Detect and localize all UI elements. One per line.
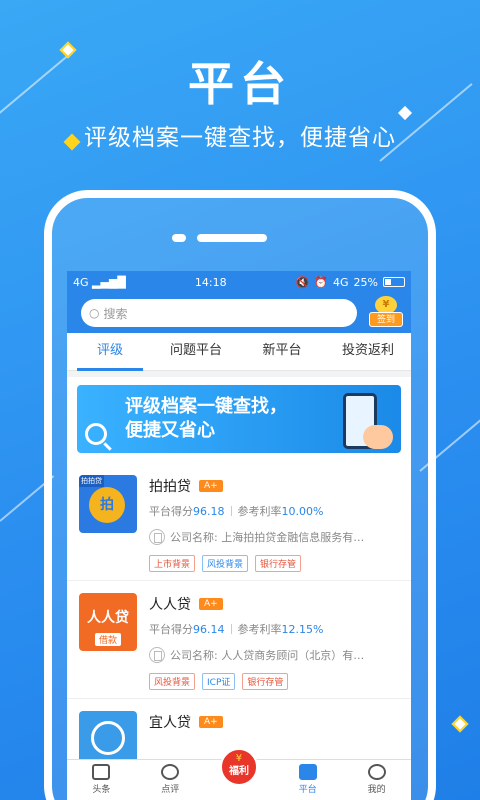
tag: 银行存管 bbox=[242, 673, 289, 690]
tab-label: 福利 bbox=[228, 766, 249, 777]
banner-line1: 评级档案一键查找， bbox=[125, 396, 287, 417]
score-label: 平台得分 bbox=[149, 623, 193, 636]
tab-headlines[interactable]: 头条 bbox=[67, 760, 136, 800]
rate-label: 参考利率 bbox=[237, 623, 282, 636]
company-name: 公司名称: 上海拍拍贷金融信息服务有… bbox=[170, 531, 365, 544]
tag: 风投背景 bbox=[149, 673, 196, 690]
platform-info: 拍拍贷 A+ 平台得分 96.18 参考利率 10.00% 公司名称: 上海拍拍… bbox=[149, 475, 399, 572]
signal-indicator: 4G ▂▄▆█ bbox=[73, 275, 126, 289]
company-row: 公司名称: 人人贷商务顾问（北京）有… bbox=[149, 647, 399, 663]
page-headline: 平台 bbox=[188, 57, 292, 111]
name-row: 宜人贷 A+ bbox=[149, 711, 399, 733]
promo-banner[interactable]: 评级档案一键查找， 便捷又省心 bbox=[77, 385, 401, 453]
app-screen: 4G ▂▄▆█ 14:18 🔇 ⏰ 4G 25% ○ 搜索 ¥ 签到 评级 问题… bbox=[67, 271, 411, 800]
logo-brand-text: 人人贷 bbox=[87, 610, 129, 626]
tab-mine[interactable]: 我的 bbox=[342, 760, 411, 800]
rate-value: 12.15% bbox=[281, 622, 324, 636]
news-icon bbox=[92, 764, 111, 780]
tab-new-platforms[interactable]: 新平台 bbox=[239, 333, 325, 370]
battery-icon bbox=[383, 277, 405, 287]
tag: 风投背景 bbox=[202, 555, 249, 572]
status-bar: 4G ▂▄▆█ 14:18 🔇 ⏰ 4G 25% bbox=[67, 271, 411, 293]
tab-reviews[interactable]: 点评 bbox=[136, 760, 205, 800]
platform-name: 拍拍贷 bbox=[149, 479, 191, 495]
search-bar: ○ 搜索 ¥ 签到 bbox=[67, 293, 411, 333]
signin-button[interactable]: ¥ 签到 bbox=[369, 296, 403, 330]
building-icon bbox=[149, 529, 165, 545]
divider bbox=[230, 506, 232, 516]
platform-info: 人人贷 A+ 平台得分 96.14 参考利率 12.15% 公司名称: 人人贷商… bbox=[149, 593, 399, 690]
building-icon bbox=[149, 647, 165, 663]
tab-label: 我的 bbox=[367, 785, 386, 795]
company-row: 公司名称: 上海拍拍贷金融信息服务有… bbox=[149, 529, 399, 545]
money-bag-icon: 拍 bbox=[89, 487, 125, 523]
company-name: 公司名称: 人人贷商务顾问（北京）有… bbox=[170, 649, 365, 662]
tab-problem-platforms[interactable]: 问题平台 bbox=[153, 333, 239, 370]
tag: 银行存管 bbox=[255, 555, 302, 572]
rate-value: 10.00% bbox=[281, 504, 324, 518]
grade-badge: A+ bbox=[199, 716, 223, 728]
logo-corner-label: 拍拍贷 bbox=[79, 475, 104, 487]
tag: ICP证 bbox=[202, 673, 236, 690]
tab-welfare[interactable]: ¥ 福利 bbox=[205, 748, 274, 800]
search-placeholder: 搜索 bbox=[103, 306, 128, 321]
grade-badge: A+ bbox=[199, 480, 223, 492]
name-row: 拍拍贷 A+ bbox=[149, 475, 399, 497]
phone-camera bbox=[172, 234, 186, 242]
platform-icon bbox=[298, 764, 317, 780]
status-time: 14:18 bbox=[194, 275, 227, 289]
score-row: 平台得分 96.14 参考利率 12.15% bbox=[149, 621, 399, 637]
magnifier-icon bbox=[85, 423, 107, 445]
alarm-icon: ⏰ bbox=[314, 275, 329, 289]
divider bbox=[230, 624, 232, 634]
list-item[interactable]: 人人贷 借款 人人贷 A+ 平台得分 96.14 参考利率 12.15% 公司名… bbox=[67, 581, 411, 699]
battery-label: 25% bbox=[353, 275, 378, 289]
search-icon: ○ bbox=[89, 306, 100, 320]
tab-label: 平台 bbox=[298, 785, 317, 795]
search-input[interactable]: ○ 搜索 bbox=[81, 299, 357, 327]
name-row: 人人贷 A+ bbox=[149, 593, 399, 615]
grade-badge: A+ bbox=[199, 598, 223, 610]
banner-line2: 便捷又省心 bbox=[125, 420, 215, 441]
platform-name: 宜人贷 bbox=[149, 715, 191, 731]
welfare-button: ¥ 福利 bbox=[219, 748, 258, 786]
platform-logo: 拍拍贷 拍 bbox=[79, 475, 137, 533]
score-value: 96.18 bbox=[193, 504, 225, 518]
rate-label: 参考利率 bbox=[237, 505, 282, 518]
comment-icon bbox=[161, 764, 180, 780]
signin-label: 签到 bbox=[369, 312, 403, 327]
tag: 上市背景 bbox=[149, 555, 196, 572]
platform-name: 人人贷 bbox=[149, 597, 191, 613]
phone-speaker bbox=[197, 234, 267, 242]
banner-wrap: 评级档案一键查找， 便捷又省心 bbox=[67, 377, 411, 463]
banner-text: 评级档案一键查找， 便捷又省心 bbox=[125, 395, 287, 443]
tab-investment-rebate[interactable]: 投资返利 bbox=[325, 333, 411, 370]
platform-logo: 人人贷 借款 bbox=[79, 593, 137, 651]
yirendai-logo-icon bbox=[91, 721, 125, 755]
tab-rating[interactable]: 评级 bbox=[67, 333, 153, 371]
hand-illustration-icon bbox=[363, 425, 393, 449]
list-item[interactable]: 拍拍贷 拍 拍拍贷 A+ 平台得分 96.18 参考利率 10.00% 公司名称… bbox=[67, 463, 411, 581]
score-row: 平台得分 96.18 参考利率 10.00% bbox=[149, 503, 399, 519]
tag-list: 风投背景 ICP证 银行存管 bbox=[149, 673, 399, 690]
tab-platform[interactable]: 平台 bbox=[273, 760, 342, 800]
tab-label: 点评 bbox=[161, 785, 180, 795]
bottom-tab-bar: 头条 点评 ¥ 福利 平台 我的 bbox=[67, 748, 411, 800]
decor-diamond-icon bbox=[451, 715, 469, 733]
tab-label: 头条 bbox=[92, 785, 111, 795]
category-tabs: 评级 问题平台 新平台 投资返利 bbox=[67, 333, 411, 371]
mute-icon: 🔇 bbox=[295, 275, 310, 289]
network-label: 4G bbox=[333, 275, 349, 289]
logo-sub-text: 借款 bbox=[94, 633, 121, 646]
page-subline: 评级档案一键查找，便捷省心 bbox=[84, 125, 396, 151]
score-value: 96.14 bbox=[193, 622, 225, 636]
tag-list: 上市背景 风投背景 银行存管 bbox=[149, 555, 399, 572]
status-right: 🔇 ⏰ 4G 25% bbox=[296, 276, 405, 289]
score-label: 平台得分 bbox=[149, 505, 193, 518]
user-icon bbox=[367, 764, 386, 780]
